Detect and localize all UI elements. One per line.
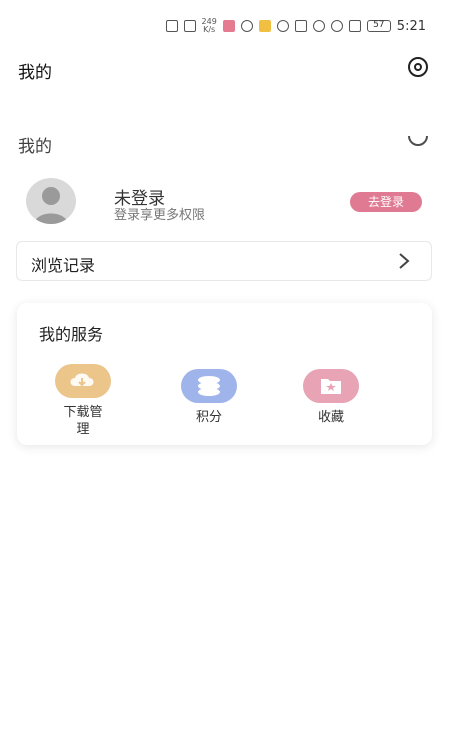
settings-icon[interactable]: [406, 55, 430, 79]
page-title-ghost: 我的: [18, 137, 52, 157]
network-speed: 249 K/s: [201, 17, 217, 34]
alarm-icon: [312, 20, 325, 32]
history-label: 浏览记录: [31, 256, 96, 275]
chevron-right-icon: [399, 253, 410, 269]
profile-section[interactable]: 未登录 登录享更多权限 去登录: [26, 178, 426, 226]
favorites-label: 收藏: [317, 410, 344, 425]
favorites-button[interactable]: 收藏: [299, 369, 363, 426]
status-icons: 249 K/s 57 5:21: [165, 17, 426, 34]
battery-icon: 57: [366, 20, 391, 32]
favorites-folder-icon: [303, 369, 359, 403]
signal-icon: [183, 20, 196, 32]
browse-history-row[interactable]: 浏览记录: [16, 241, 432, 281]
nfc-icon: [294, 20, 307, 32]
hd-icon: [165, 20, 178, 32]
download-manager-button[interactable]: 下载管 理: [51, 364, 115, 438]
download-label: 下载管: [63, 405, 103, 420]
avatar[interactable]: [26, 178, 76, 224]
login-hint: 登录享更多权限: [114, 208, 206, 223]
status-bar: 249 K/s 57 5:21: [0, 0, 450, 44]
wifi-icon: [276, 20, 289, 32]
services-title: 我的服务: [39, 325, 104, 344]
page-title: 我的: [18, 63, 52, 83]
mute-icon: [348, 20, 361, 32]
app-notification-icon: [222, 20, 235, 32]
clock: 5:21: [396, 18, 426, 34]
points-button[interactable]: 积分: [177, 369, 241, 426]
circle-icon: [240, 20, 253, 32]
settings-icon-ghost: [408, 135, 428, 146]
coins-icon: [181, 369, 237, 403]
points-label: 积分: [195, 410, 222, 425]
bluetooth-icon: [330, 20, 343, 32]
download-icon: [55, 364, 111, 398]
services-card: 我的服务 下载管 理 积分 收藏: [17, 303, 432, 445]
user-silhouette-icon: [34, 187, 68, 224]
yellow-app-icon: [258, 20, 271, 32]
download-label-2: 理: [76, 422, 90, 437]
login-button[interactable]: 去登录: [350, 192, 422, 212]
